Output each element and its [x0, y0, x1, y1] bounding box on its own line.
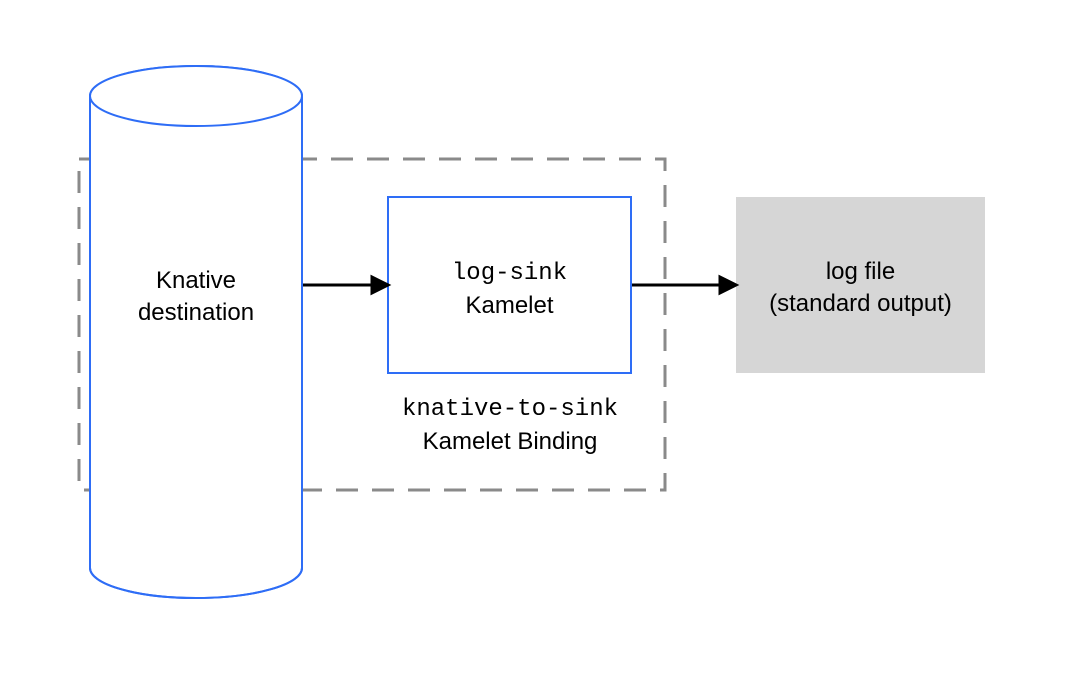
kamelet-box-label-code: log-sink	[452, 260, 567, 287]
kamelet-box-label-text: Kamelet	[465, 292, 553, 319]
cylinder-label-line2: destination	[138, 299, 254, 326]
binding-caption-code: knative-to-sink	[402, 396, 618, 423]
cylinder-knative-destination	[90, 66, 302, 598]
binding-caption: knative-to-sink Kamelet Binding	[335, 392, 685, 459]
output-box-label: log file (standard output)	[736, 256, 985, 321]
diagram-canvas: Knative destination log-sink Kamelet kna…	[0, 0, 1078, 692]
kamelet-box-label: log-sink Kamelet	[388, 256, 631, 323]
output-box-label-line1: log file	[826, 258, 895, 285]
diagram-svg	[0, 0, 1078, 692]
cylinder-label: Knative destination	[90, 265, 302, 330]
cylinder-label-line1: Knative	[156, 267, 236, 294]
arrow-kamelet-to-output	[632, 277, 736, 293]
arrow-cylinder-to-kamelet	[303, 277, 388, 293]
binding-caption-text: Kamelet Binding	[423, 428, 598, 455]
output-box-label-line2: (standard output)	[769, 290, 952, 317]
